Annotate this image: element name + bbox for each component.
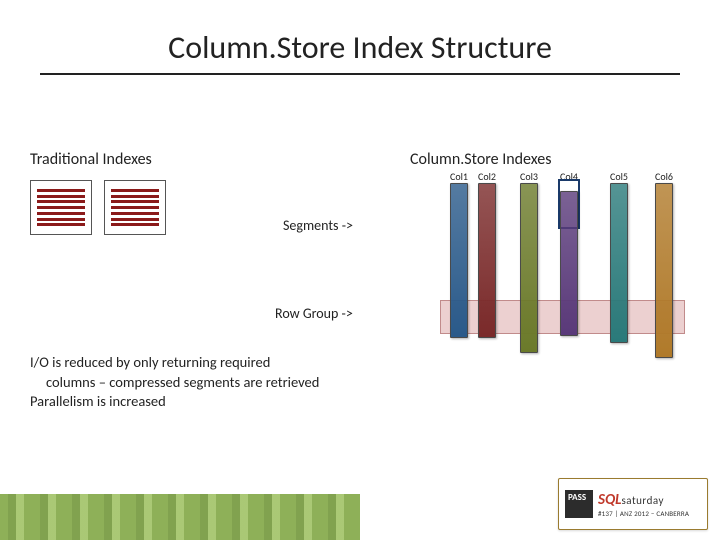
column-label-2: Col2 bbox=[478, 170, 496, 183]
column-bar-1 bbox=[450, 183, 468, 338]
description-text: I/O is reduced by only returning require… bbox=[30, 353, 319, 412]
traditional-label: Traditional Indexes bbox=[30, 150, 152, 169]
pass-badge: PASS bbox=[565, 490, 593, 518]
sql-saturday-logo: PASS SQLsaturday #137 | ANZ 2012 – CANBE… bbox=[558, 478, 708, 530]
saturday-word: saturday bbox=[621, 494, 663, 507]
column-bar-6 bbox=[655, 183, 673, 358]
para-line-2: columns – compressed segments are retrie… bbox=[30, 373, 319, 393]
para-line-1: I/O is reduced by only returning require… bbox=[30, 353, 319, 373]
sql-word: SQL bbox=[598, 491, 621, 509]
footer-grass-strip bbox=[0, 494, 360, 540]
segments-label: Segments -> bbox=[283, 217, 353, 234]
index-page-1 bbox=[30, 180, 92, 235]
column-bar-2 bbox=[478, 183, 496, 338]
column-label-3: Col3 bbox=[520, 170, 538, 183]
column-bar-5 bbox=[610, 183, 628, 343]
event-line: #137 | ANZ 2012 – CANBERRA bbox=[598, 510, 689, 517]
column-bar-3 bbox=[520, 183, 538, 353]
traditional-boxes bbox=[30, 180, 166, 235]
columnstore-label: Column.Store Indexes bbox=[410, 150, 552, 169]
rowgroup-label: Row Group -> bbox=[275, 305, 353, 322]
index-page-2 bbox=[104, 180, 166, 235]
column-bar-4 bbox=[560, 191, 578, 336]
para-line-3: Parallelism is increased bbox=[30, 392, 319, 412]
content-area: Traditional Indexes Column.Store Indexes… bbox=[0, 75, 720, 475]
column-label-6: Col6 bbox=[655, 170, 673, 183]
column-label-5: Col5 bbox=[610, 170, 628, 183]
column-label-1: Col1 bbox=[450, 170, 468, 183]
slide-title: Column.Store Index Structure bbox=[0, 0, 720, 67]
